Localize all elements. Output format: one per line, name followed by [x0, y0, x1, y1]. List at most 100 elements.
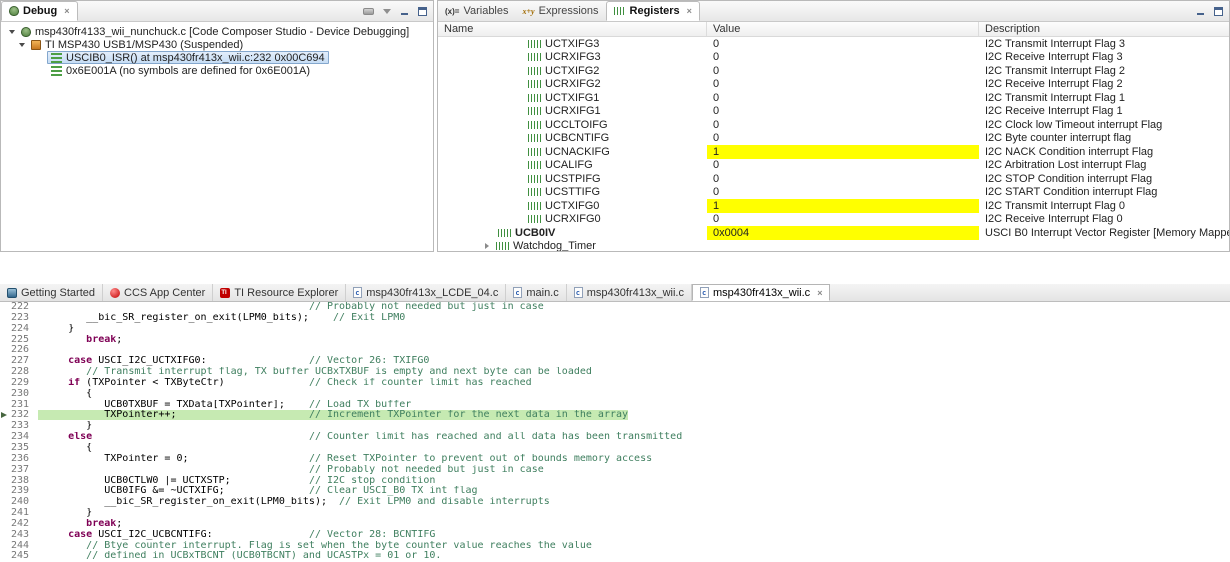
register-row[interactable]: UCALIFG 0 I2C Arbitration Lost interrupt F… — [438, 159, 1229, 173]
register-row[interactable]: UCBCNTIFG 0 I2C Byte counter interrupt fla… — [438, 132, 1229, 146]
debug-tree-row-label: TI MSP430 USB1/MSP430 (Suspended) — [45, 38, 244, 51]
code-line[interactable]: 222 // Probably not needed but just in c… — [0, 301, 1230, 313]
code-text: // Probably not needed but just in case — [308, 302, 544, 312]
editor-tab-msp430fr413x-wii-c[interactable]: msp430fr413x_wii.c — [567, 284, 692, 301]
editor-tab-ccs-app-center[interactable]: CCS App Center — [103, 284, 214, 301]
code-line[interactable]: 243 case USCI_I2C_UCBCNTIFG: // Vector 2… — [0, 529, 1230, 541]
register-value-cell: 0 — [713, 64, 720, 77]
marker-column — [0, 551, 10, 562]
view-menu-icon — [383, 8, 391, 14]
code-text: { — [38, 388, 93, 399]
tab-variables[interactable]: Variables — [438, 1, 516, 21]
debug-tree-row-label: USCIB0_ISR() at msp430fr413x_wii.c:232 0… — [66, 51, 325, 64]
collapsed-arrow-icon[interactable] — [482, 243, 492, 250]
register-name-cell: UCB0IV — [438, 226, 707, 240]
code-line[interactable]: 231 UCB0TXBUF = TXData[TXPointer]; // Lo… — [0, 399, 1230, 411]
editor-tab-main-c[interactable]: main.c — [506, 284, 567, 301]
register-icon — [528, 120, 541, 129]
debug-tree-row[interactable]: 0x6E001A (no symbols are defined for 0x6… — [1, 64, 433, 77]
toolbar-view-menu-icon[interactable] — [383, 5, 391, 17]
code-text: __bic_SR_register_on_exit(LPM0_bits); //… — [38, 497, 550, 508]
tab-registers[interactable]: Registers × — [605, 1, 700, 21]
debug-tree-row[interactable]: msp430fr4133_wii_nunchuck.c [Code Compos… — [1, 25, 433, 38]
register-description-cell: I2C Arbitration Lost interrupt Flag — [985, 159, 1147, 172]
code-line[interactable]: 244 // Btye counter interrupt. Flag is s… — [0, 540, 1230, 552]
editor-tab-getting-started[interactable]: Getting Started — [0, 284, 103, 301]
code-line[interactable]: 237 // Probably not needed but just in c… — [0, 464, 1230, 476]
register-row[interactable]: UCB0IV 0x0004 USCI B0 Interrupt Vector Reg… — [438, 226, 1229, 240]
corner-maximize-icon[interactable] — [1214, 5, 1223, 17]
register-row[interactable]: UCRXIFG1 0 I2C Receive Interrupt Flag 1 — [438, 105, 1229, 119]
code-line[interactable]: 224 } — [0, 323, 1230, 335]
expanded-arrow-icon[interactable] — [7, 29, 17, 34]
register-name: UCTXIFG0 — [545, 199, 600, 212]
code-line[interactable]: 226 — [0, 345, 1230, 356]
expanded-arrow-icon[interactable] — [17, 42, 27, 47]
debug-tree-row[interactable]: TI MSP430 USB1/MSP430 (Suspended) — [1, 38, 433, 51]
register-row[interactable]: UCRXIFG2 0 I2C Receive Interrupt Flag 2 — [438, 78, 1229, 92]
register-row[interactable]: UCTXIFG0 1 I2C Transmit Interrupt Flag 0 — [438, 199, 1229, 213]
code-line[interactable]: 225 break; — [0, 334, 1230, 346]
register-value-cell: 1 — [707, 145, 979, 159]
code-line[interactable]: 233 } — [0, 420, 1230, 432]
close-icon[interactable]: × — [817, 288, 822, 298]
code-line[interactable]: 234 else // Counter limit has reached an… — [0, 431, 1230, 443]
code-line[interactable]: 229 if (TXPointer < TXByteCtr) // Check … — [0, 377, 1230, 389]
sash-divider[interactable] — [0, 252, 1230, 284]
code-line[interactable]: 232 TXPointer++; // Increment TXPointer … — [0, 410, 1230, 421]
register-name-cell: UCRXIFG1 — [438, 105, 707, 119]
register-row[interactable]: UCRXIFG3 0 I2C Receive Interrupt Flag 3 — [438, 51, 1229, 65]
current-line-highlight: TXPointer++; // Increment TXPointer for … — [38, 410, 629, 421]
code-line[interactable]: 245 // defined in UCBxTBCNT (UCB0TBCNT) … — [0, 551, 1230, 562]
editor-tab-msp430fr413x-wii-c[interactable]: msp430fr413x_wii.c × — [691, 284, 831, 301]
code-text: break; — [86, 518, 123, 529]
debug-tree-row[interactable]: USCIB0_ISR() at msp430fr413x_wii.c:232 0… — [1, 51, 433, 64]
code-line[interactable]: 242 break; — [0, 518, 1230, 530]
editor-tab-ti-resource-explorer[interactable]: TI Resource Explorer — [213, 284, 347, 301]
tab-debug[interactable]: Debug × — [1, 1, 78, 21]
register-row[interactable]: UCSTPIFG 0 I2C STOP Condition interrupt Fl… — [438, 172, 1229, 186]
code-line[interactable]: 239 UCB0IFG &= ~UCTXIFG; // Clear USCI_B… — [0, 485, 1230, 497]
toolbar-minimize-icon[interactable] — [400, 5, 409, 17]
column-header-value[interactable]: Value — [707, 22, 979, 36]
tab-expressions[interactable]: Expressions — [516, 1, 606, 21]
disconnect-icon — [363, 7, 374, 15]
register-row[interactable]: UCCLTOIFG 0 I2C Clock low Timeout interrup… — [438, 118, 1229, 132]
code-line[interactable]: 223 __bic_SR_register_on_exit(LPM0_bits)… — [0, 312, 1230, 324]
register-row[interactable]: UCTXIFG1 0 I2C Transmit Interrupt Flag 1 — [438, 91, 1229, 105]
marker-column — [0, 465, 10, 476]
register-row[interactable]: Watchdog_Timer — [438, 240, 1229, 251]
toolbar-maximize-icon[interactable] — [418, 5, 427, 17]
code-line[interactable]: 236 TXPointer = 0; // Reset TXPointer to… — [0, 453, 1230, 465]
register-name-cell: UCNACKIFG — [438, 145, 707, 159]
debug-view-toolbar — [363, 1, 433, 21]
editor-tab-msp430fr413x-lcde-04-c[interactable]: msp430fr413x_LCDE_04.c — [346, 284, 507, 301]
code-line[interactable]: 235 { — [0, 442, 1230, 454]
editor-tab-label: msp430fr413x_LCDE_04.c — [366, 286, 499, 299]
register-row[interactable]: UCTXIFG3 0 I2C Transmit Interrupt Flag 3 — [438, 37, 1229, 51]
marker-column — [0, 302, 10, 313]
column-header-description[interactable]: Description — [979, 22, 1229, 36]
register-row[interactable]: UCSTTIFG 0 I2C START Condition interrupt F… — [438, 186, 1229, 200]
c-file-icon — [353, 287, 363, 298]
register-icon — [528, 201, 541, 210]
code-line[interactable]: 238 UCB0CTLW0 |= UCTXSTP; // I2C stop co… — [0, 475, 1230, 487]
code-line[interactable]: 240 __bic_SR_register_on_exit(LPM0_bits)… — [0, 496, 1230, 508]
register-row[interactable]: UCTXIFG2 0 I2C Transmit Interrupt Flag 2 — [438, 64, 1229, 78]
code-text: UCB0IFG &= ~UCTXIFG; // Clear USCI_B0 TX… — [38, 486, 478, 497]
register-row[interactable]: UCNACKIFG 1 I2C NACK Condition interrupt F… — [438, 145, 1229, 159]
toolbar-disconnect-icon[interactable] — [363, 5, 374, 17]
debug-tree-row-box: TI MSP430 USB1/MSP430 (Suspended) — [27, 38, 247, 51]
register-icon — [528, 188, 541, 197]
close-icon[interactable]: × — [687, 6, 692, 16]
debug-tree-row-box: msp430fr4133_wii_nunchuck.c [Code Compos… — [17, 25, 413, 38]
code-editor: 222 // Probably not needed but just in c… — [0, 301, 1230, 562]
code-line[interactable]: 227 case USCI_I2C_UCTXIFG0: // Vector 26… — [0, 355, 1230, 367]
close-icon[interactable]: × — [64, 6, 69, 16]
code-line[interactable]: 241 } — [0, 507, 1230, 519]
code-line[interactable]: 230 { — [0, 388, 1230, 400]
corner-minimize-icon[interactable] — [1196, 5, 1205, 17]
register-row[interactable]: UCRXIFG0 0 I2C Receive Interrupt Flag 0 — [438, 213, 1229, 227]
code-line[interactable]: 228 // Transmit interrupt flag, TX buffe… — [0, 366, 1230, 378]
column-header-name[interactable]: Name — [438, 22, 707, 36]
